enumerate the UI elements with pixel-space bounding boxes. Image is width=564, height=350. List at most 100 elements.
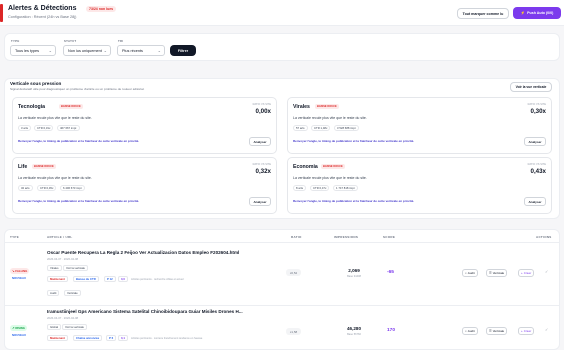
page-subtitle: Configuration : Récent (24h vs Base 28j) xyxy=(8,15,77,19)
article-title[interactable]: Iramustiinjeel Gps Americano Sistema Sat… xyxy=(47,309,243,314)
vertical-stat: 3 528 688 impr. xyxy=(334,125,360,131)
filter-button[interactable]: Filtrer xyxy=(170,45,196,56)
timing-chip: Maintenant xyxy=(47,276,68,282)
vertical-link-chip[interactable]: Verticale xyxy=(64,290,81,296)
article-note: Articles pertinents · recherche ciblée e… xyxy=(131,278,184,281)
sort-filter-label: TRI xyxy=(118,39,124,43)
vertical-button-label: Verticale xyxy=(492,271,505,275)
audit-button[interactable]: ⌕ Audit xyxy=(462,327,478,335)
chevron-down-icon: ⌄ xyxy=(157,48,161,53)
vertical-badge: BAISSE DOUCE xyxy=(315,104,339,109)
value-chip: 0,1 xyxy=(118,335,128,341)
audit-button[interactable]: ⌕ Audit xyxy=(462,269,478,277)
column-header-score: SCORE xyxy=(383,235,396,239)
chevron-down-icon: ⌄ xyxy=(103,48,107,53)
create-button[interactable]: + Créer xyxy=(518,269,535,277)
value-chip: 0,0 xyxy=(118,276,128,282)
timing-chip: Maintenant xyxy=(47,335,68,341)
column-header-type: TYPE xyxy=(10,235,20,239)
mark-all-read-button[interactable]: Tout marquer comme lu xyxy=(457,8,509,19)
vertical-stat: CTR 1,48x xyxy=(311,125,331,131)
score-value: -65 xyxy=(387,270,394,275)
ratio-value: 0,30x xyxy=(530,108,546,115)
audit-chip[interactable]: Audit xyxy=(47,290,60,296)
column-header-actions: ACTIONS xyxy=(536,235,552,239)
vertical-card: Life BAISSE DOUCE RATIO VS SITE 0,32x La… xyxy=(12,157,277,214)
vertical-stat: CTR 0,45x xyxy=(37,185,57,191)
create-button[interactable]: + Créer xyxy=(518,327,535,335)
new-badge: NOUVEAU xyxy=(12,333,26,337)
column-header-ratio: RATIO xyxy=(291,235,302,239)
impressions-value: 2,069 xyxy=(348,268,360,273)
analyze-button[interactable]: Analyser xyxy=(249,137,271,146)
trend-down-icon: ↘ xyxy=(12,269,15,273)
vertical-recommendation: Renvoyer l'angle, le timing de publicati… xyxy=(18,139,140,143)
ratio-value: 0,43x xyxy=(530,168,546,175)
impressions-base: Base 34408 xyxy=(347,275,361,278)
check-icon[interactable]: ✓ xyxy=(545,327,548,332)
vertical-description: La verticale recule plus vite que le res… xyxy=(293,116,367,120)
search-icon: ⌕ xyxy=(465,271,467,275)
position-chip: P 6 xyxy=(106,335,117,341)
analyze-button[interactable]: Analyser xyxy=(524,137,546,146)
vertical-button[interactable]: ☰ Verticale xyxy=(486,327,508,335)
article-note: Articles pertinents · contenu franchemen… xyxy=(131,337,203,340)
status-select-value: Non lus uniquement xyxy=(68,48,102,53)
vertical-description: La verticale recule plus vite que le res… xyxy=(293,176,367,180)
list-icon: ☰ xyxy=(489,329,492,333)
analyze-button[interactable]: Analyser xyxy=(249,197,271,206)
check-icon[interactable]: ✓ xyxy=(545,269,548,274)
vertical-stat: CTR 0,47x xyxy=(310,185,330,191)
vertical-stat: CTR 0,31x xyxy=(34,125,54,131)
vertical-button[interactable]: ☰ Verticale xyxy=(486,269,508,277)
article-title[interactable]: Oscar Puente Recupera La Regla 2 Feijoo … xyxy=(47,250,239,255)
cause-chip: Baisse du CTR xyxy=(73,276,99,282)
article-meta: 2026-04-07 · 2026-04-08 xyxy=(47,316,79,320)
impressions-base: Base 56760 xyxy=(347,333,361,336)
type-select[interactable]: Tous les types ⌄ xyxy=(10,45,56,56)
ratio-pill: x1,58 xyxy=(286,328,301,335)
sort-select[interactable]: Plus récents ⌄ xyxy=(117,45,165,56)
vertical-card: Economia BAISSE DOUCE RATIO VS SITE 0,43… xyxy=(287,157,552,214)
vertical-button-label: Verticale xyxy=(492,329,505,333)
push-auto-button[interactable]: ⚡ Push Auto (0/0) xyxy=(513,7,561,19)
vertical-recommendation: Renvoyer l'angle, le timing de publicati… xyxy=(18,199,140,203)
plus-icon: + xyxy=(521,329,523,333)
vertical-name: Economia xyxy=(293,164,318,170)
unread-badge: 73/24 non lues xyxy=(86,6,117,12)
vertical-description: La verticale recule plus vite que le res… xyxy=(18,116,92,120)
impressions-value: 46,280 xyxy=(346,326,362,331)
ratio-label: RATIO VS SITE xyxy=(527,163,546,166)
sort-select-value: Plus récents xyxy=(122,48,143,53)
ratio-label: RATIO VS SITE xyxy=(252,163,271,166)
column-header-article: ARTICLE / URL xyxy=(47,235,73,239)
create-button-label: Créer xyxy=(523,329,532,333)
vertical-badge: BAISSE DOUCE xyxy=(59,104,83,109)
plus-icon: + xyxy=(521,271,523,275)
type-badge-label: RISING xyxy=(15,326,25,330)
vertical-chip[interactable]: Global xyxy=(47,324,62,330)
vertical-badge: BAISSE DOUCE xyxy=(321,164,345,169)
chevron-down-icon: ⌄ xyxy=(48,48,52,53)
vertical-name: Tecnologia xyxy=(18,104,45,110)
column-header-impressions: IMPRESSIONS xyxy=(334,235,359,239)
ratio-pill: x0,52 xyxy=(286,269,301,276)
type-select-value: Tous les types xyxy=(15,48,40,53)
vertical-name: Life xyxy=(18,164,28,170)
push-auto-label: Push Auto (0/0) xyxy=(527,11,554,15)
see-verticals-button[interactable]: Voir la vue verticale xyxy=(510,82,552,92)
vertical-stat: 467 667 impr. xyxy=(57,125,80,131)
see-vertical-chip[interactable]: Voir la verticale xyxy=(62,324,87,330)
search-icon: ⌕ xyxy=(465,329,467,333)
vertical-chip[interactable]: Virales xyxy=(47,265,62,271)
position-chip: P 12 xyxy=(104,276,116,282)
verticals-title: Verticale sous pression xyxy=(10,81,62,86)
see-vertical-chip[interactable]: Voir la verticale xyxy=(63,265,88,271)
vertical-stat: 6 406 673 impr. xyxy=(60,185,86,191)
analyze-button[interactable]: Analyser xyxy=(524,197,546,206)
article-meta: 2026-04-07 · 2026-04-08 xyxy=(47,257,79,261)
page-title: Alertes & Détections xyxy=(8,5,77,12)
status-filter-label: STATUT xyxy=(64,39,77,43)
audit-button-label: Audit xyxy=(467,271,475,275)
status-select[interactable]: Non lus uniquement ⌄ xyxy=(63,45,111,56)
